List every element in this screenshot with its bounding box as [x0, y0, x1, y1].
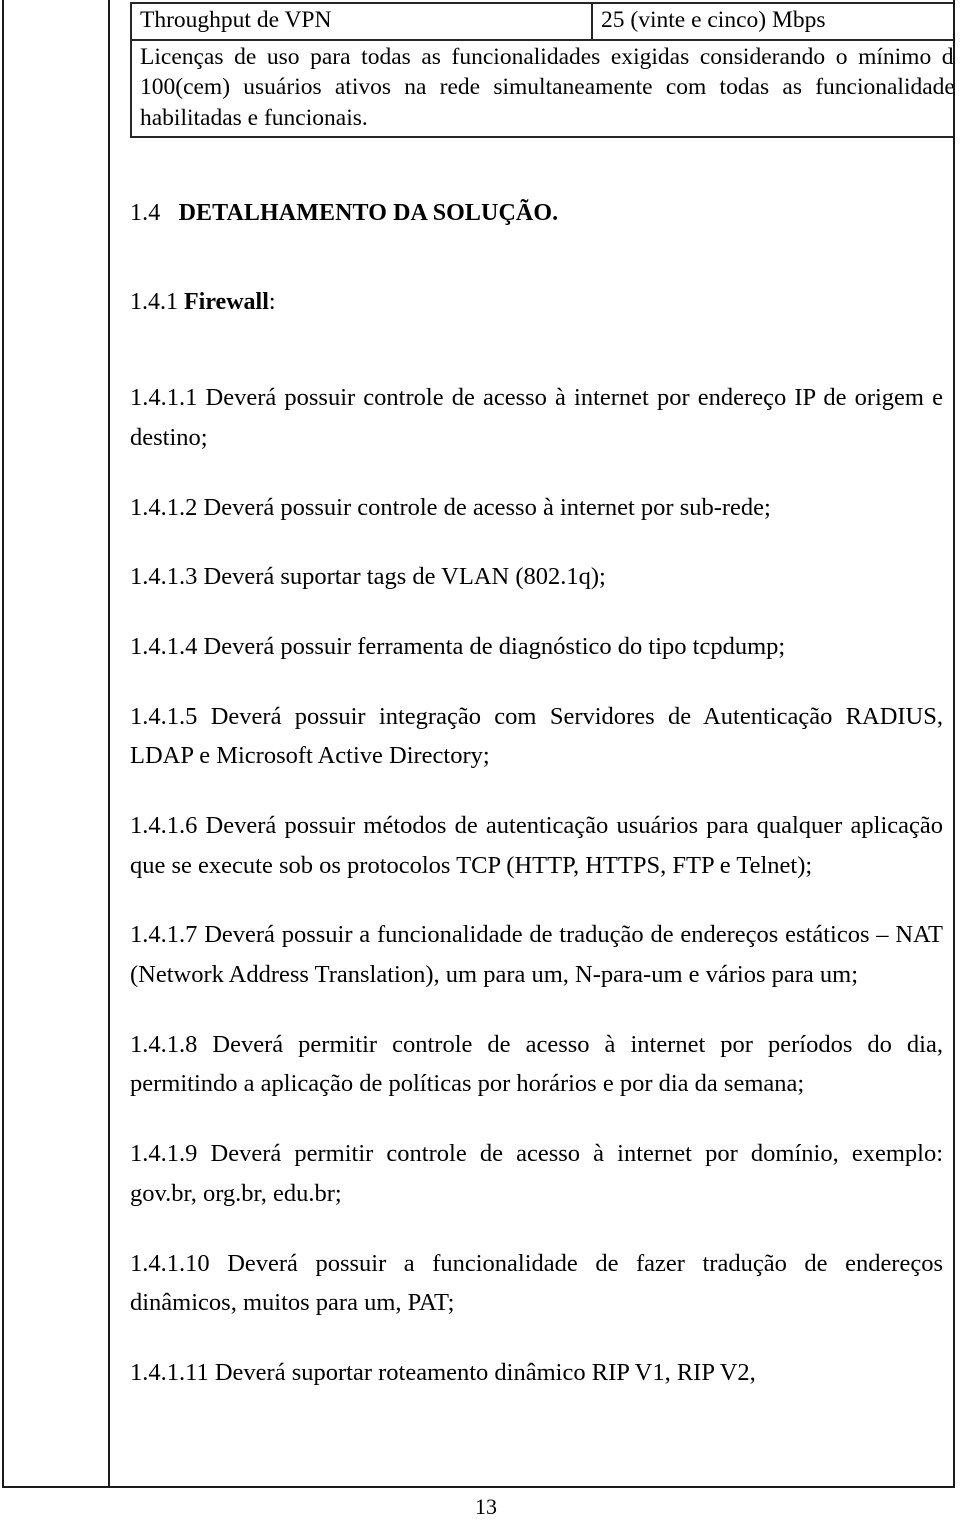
clause-text: Deverá possuir a funcionalidade de fazer…: [130, 1249, 944, 1317]
clause-1-4-1-3: 1.4.1.3 Deverá suportar tags de VLAN (80…: [130, 557, 943, 597]
clause-number: 1.4.1.3: [130, 563, 198, 591]
heading-section-tabspace: [160, 200, 178, 226]
clause-text: Deverá permitir controle de acesso à int…: [130, 1030, 943, 1098]
clause-text: Deverá suportar roteamento dinâmico RIP …: [214, 1358, 756, 1386]
clause-number: 1.4.1.7: [130, 921, 198, 949]
clause-1-4-1-9: 1.4.1.9 Deverá permitir controle de aces…: [130, 1134, 943, 1213]
clause-1-4-1-4: 1.4.1.4 Deverá possuir ferramenta de dia…: [130, 627, 943, 667]
clause-text: Deverá possuir a funcionalidade de tradu…: [130, 921, 943, 989]
clause-number: 1.4.1.9: [130, 1140, 198, 1168]
clause-text: Deverá possuir ferramenta de diagnóstico…: [203, 632, 786, 660]
clause-1-4-1-10: 1.4.1.10 Deverá possuir a funcionalidade…: [130, 1244, 943, 1323]
heading-subsection-tail: :: [268, 289, 276, 316]
clause-gap: [197, 703, 210, 730]
table-row: Throughput de VPN 25 (vinte e cinco) Mbp…: [130, 2, 953, 41]
clause-1-4-1-6: 1.4.1.6 Deverá possuir métodos de autent…: [130, 806, 943, 885]
clause-gap: [210, 1250, 228, 1277]
clause-gap: [197, 384, 205, 411]
heading-section-title: DETALHAMENTO DA SOLUÇÃO: [178, 200, 553, 227]
clause-number: 1.4.1.2: [130, 493, 198, 521]
clause-gap: [197, 1140, 210, 1167]
clause-text: Deverá possuir métodos de autenticação u…: [130, 812, 943, 879]
clause-text: Deverá possuir integração com Servidores…: [130, 702, 943, 770]
page-content-cell: Throughput de VPN 25 (vinte e cinco) Mbp…: [110, 0, 953, 1486]
clause-1-4-1-5: 1.4.1.5 Deverá possuir integração com Se…: [130, 697, 943, 776]
specification-table: Throughput de VPN 25 (vinte e cinco) Mbp…: [130, 2, 953, 139]
heading-section-1-4: 1.4 DETALHAMENTO DA SOLUÇÃO.: [130, 200, 943, 227]
clause-1-4-1-1: 1.4.1.1 Deverá possuir controle de acess…: [130, 378, 943, 457]
heading-subsection-title: Firewall: [184, 289, 269, 316]
clause-text: Deverá permitir controle de acesso à int…: [130, 1140, 944, 1207]
page-frame-table: Throughput de VPN 25 (vinte e cinco) Mbp…: [2, 0, 955, 1488]
heading-section-tail: .: [552, 200, 559, 227]
clause-number: 1.4.1.6: [130, 812, 198, 839]
page-frame-gutter-cell: [4, 0, 110, 1486]
clause-number: 1.4.1.8: [130, 1030, 198, 1058]
clause-1-4-1-7: 1.4.1.7 Deverá possuir a funcionalidade …: [130, 915, 943, 994]
clause-gap: [197, 1031, 212, 1058]
clause-number: 1.4.1.1: [130, 384, 198, 412]
clause-1-4-1-11: 1.4.1.11 Deverá suportar roteamento dinâ…: [130, 1353, 943, 1393]
heading-subsection-number: 1.4.1: [130, 289, 178, 316]
clause-text: Deverá suportar tags de VLAN (802.1q);: [203, 563, 606, 591]
heading-subsection-1-4-1: 1.4.1 Firewall:: [130, 289, 943, 316]
clause-number: 1.4.1.10: [130, 1249, 210, 1277]
clause-number: 1.4.1.4: [130, 632, 198, 660]
spec-label-throughput-vpn: Throughput de VPN: [130, 2, 593, 41]
clause-1-4-1-8: 1.4.1.8 Deverá permitir controle de aces…: [130, 1025, 943, 1104]
heading-section-number: 1.4: [130, 200, 161, 227]
spec-value-throughput-vpn: 25 (vinte e cinco) Mbps: [591, 2, 953, 41]
clause-number: 1.4.1.5: [130, 702, 198, 730]
clause-text: Deverá possuir controle de acesso à inte…: [130, 384, 943, 451]
clause-1-4-1-2: 1.4.1.2 Deverá possuir controle de acess…: [130, 488, 943, 528]
page-number-value: 13: [475, 1494, 497, 1519]
page-number-footer: 13: [0, 1496, 960, 1518]
document-page: Throughput de VPN 25 (vinte e cinco) Mbp…: [0, 0, 960, 1539]
clause-text: Deverá possuir controle de acesso à inte…: [203, 493, 771, 521]
clause-gap: [197, 812, 205, 839]
clause-number: 1.4.1.11: [130, 1358, 209, 1386]
table-row: Licenças de uso para todas as funcionali…: [130, 38, 953, 139]
spec-licencas-de-uso-cell: Licenças de uso para todas as funcionali…: [130, 38, 953, 139]
